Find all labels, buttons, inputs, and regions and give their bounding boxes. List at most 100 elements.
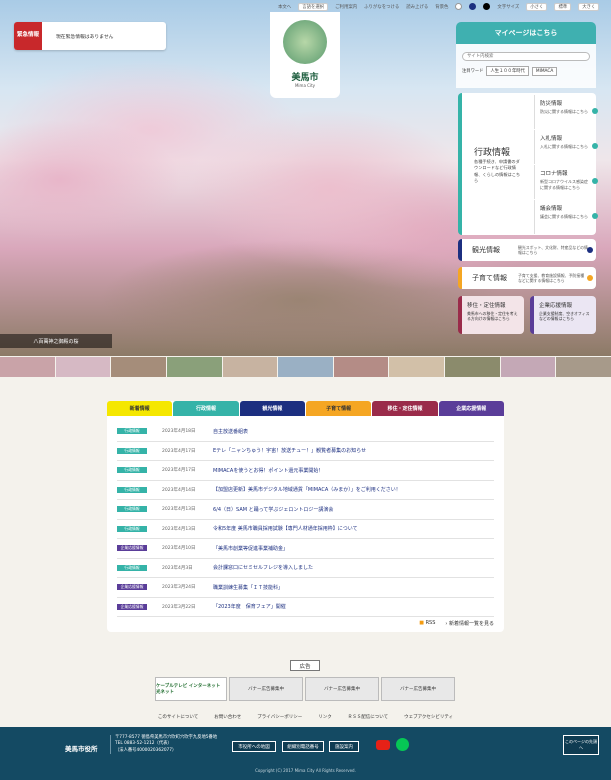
news-link[interactable]: 6/4（日）SAM と踊って学ぶジェロントロジー講演会 — [213, 506, 333, 513]
rss-link[interactable]: ■ RSS — [419, 620, 435, 627]
admin-info-panel[interactable]: 行政情報 各種手続き、申請書のダウンロードなど行政情報、くらしの情報はこちら 防… — [458, 93, 598, 235]
hot-word[interactable]: 人生１００年時代 — [486, 66, 529, 76]
news-link[interactable]: 会計課窓口にセミセルフレジを導入しました — [213, 564, 313, 571]
accessibility-link[interactable]: ウェブアクセシビリティ — [404, 714, 453, 724]
business-info-link[interactable]: 企業応援情報 企業支援制度、空きオフィスなどの情報はこちら — [530, 296, 596, 334]
slide-thumb[interactable] — [0, 357, 55, 377]
tab-business[interactable]: 企業応援情報 — [438, 401, 504, 416]
admin-info-title: 行政情報 — [474, 148, 511, 158]
disaster-info-link[interactable]: 防災情報 防災に関する情報はこちら — [534, 95, 598, 129]
tab-new[interactable]: 新着情報 — [107, 401, 173, 416]
arrow-icon — [587, 247, 593, 253]
hot-words-label: 注目ワード — [462, 69, 484, 74]
line-icon[interactable] — [396, 738, 409, 751]
ad-label: 広告 — [290, 660, 320, 671]
footer-address: 〒777-8577 徳島県美馬市穴吹町穴吹字九反地5番地 TEL 0883-52-… — [110, 735, 217, 755]
map-button[interactable]: 市役所への地図 — [232, 741, 276, 752]
hot-word[interactable]: MIMACA — [531, 66, 558, 76]
slide-thumb[interactable] — [333, 357, 389, 377]
arrow-icon: › — [445, 621, 448, 627]
admin-info-desc: 各種手続き、申請書のダウンロードなど行政情報、くらしの情報はこちら — [474, 159, 521, 183]
news-row: 企業応援情報 2023年3月22日 「2023年度 保育フェア」開催 — [117, 598, 494, 617]
link-page-link[interactable]: リンク — [318, 714, 332, 724]
about-link[interactable]: このサイトについて — [158, 714, 198, 724]
font-small-button[interactable]: 小さく — [526, 2, 548, 11]
ad-banner[interactable]: バナー広告募集中 — [229, 677, 303, 701]
slide-thumb[interactable] — [500, 357, 556, 377]
ad-banner[interactable]: バナー広告募集中 — [305, 677, 379, 701]
tab-tourism[interactable]: 観光情報 — [239, 401, 305, 416]
arrow-icon — [592, 108, 598, 114]
news-row: 行政情報 2023年4月17日 MIMACAを使うとお得！ポイント還元事業開始！ — [117, 461, 494, 481]
youtube-icon[interactable] — [376, 740, 390, 750]
ad-banner[interactable]: バナー広告募集中 — [381, 677, 455, 701]
phone-list-button[interactable]: 組織別電話番号 — [282, 741, 324, 752]
slide-thumb[interactable] — [111, 357, 166, 377]
childcare-info-link[interactable]: 子育て情報 子育て支援、教育施設情報、予防接種などに関する情報はこちら — [458, 267, 596, 289]
slide-thumb[interactable] — [55, 357, 111, 377]
slide-thumb[interactable] — [556, 357, 611, 377]
slide-thumb[interactable] — [222, 357, 278, 377]
tab-migration[interactable]: 移住・定住情報 — [372, 401, 438, 416]
tab-childcare[interactable]: 子育て情報 — [305, 401, 372, 416]
emergency-alert[interactable]: 緊急情報 現在緊急情報はありません — [14, 22, 166, 50]
search-panel: 注目ワード 人生１００年時代 MIMACA — [456, 44, 596, 88]
news-row: 行政情報 2023年4月13日 令和5年度 美馬市職員採用試験【専門人材通年採用枠】… — [117, 520, 494, 539]
site-footer: 美馬市役所 〒777-8577 徳島県美馬市穴吹町穴吹字九反地5番地 TEL 08… — [0, 727, 611, 780]
news-list-link[interactable]: › 新着情報一覧を見る — [445, 620, 494, 627]
tab-admin[interactable]: 行政情報 — [173, 401, 239, 416]
news-row: 行政情報 2023年4月3日 会計課窓口にセミセルフレジを導入しました — [117, 559, 494, 578]
migration-info-link[interactable]: 移住・定住情報 美馬市への移住・定住を考える方向けの情報はこちら — [458, 296, 524, 334]
page-top-button[interactable]: このページの先頭へ — [563, 735, 599, 755]
news-link[interactable]: 【加盟店更新】美馬市デジタル地域通貨「MIMACA（みまか）」をご利用ください！ — [213, 486, 401, 493]
arrow-icon — [592, 178, 598, 184]
rss-icon: ■ — [419, 620, 424, 626]
slide-thumbnails — [0, 357, 611, 377]
skip-link[interactable]: 本文へ — [278, 4, 291, 10]
search-input[interactable] — [462, 52, 590, 61]
utility-bar: 本文へ 言語を選択 ご利用案内 ふりがなをつける 読み上げる 背景色 文字サイズ… — [278, 2, 611, 11]
font-normal-button[interactable]: 標準 — [554, 2, 572, 11]
hero-caption: 八百萬神之御殿の桜 — [0, 334, 112, 348]
news-link[interactable]: 自主放送番組表 — [213, 428, 248, 435]
contact-link[interactable]: お問い合わせ — [214, 714, 241, 724]
logo-name: 美馬市 — [291, 73, 319, 83]
council-info-link[interactable]: 議会情報 議会に関する情報はこちら — [534, 200, 598, 234]
privacy-link[interactable]: プライバシーポリシー — [257, 714, 302, 724]
corona-info-link[interactable]: コロナ情報 新型コロナウイルス感染症に関する情報はこちら — [534, 165, 598, 199]
news-link[interactable]: Eテレ「ニャンちゅう！宇宙！放送チュー！」観覧者募集のお知らせ — [213, 447, 366, 454]
city-emblem-icon — [283, 20, 327, 64]
bid-info-link[interactable]: 入札情報 入札に関する情報はこちら — [534, 130, 598, 164]
arrow-icon — [592, 143, 598, 149]
facilities-button[interactable]: 施設案内 — [329, 741, 359, 752]
news-link[interactable]: 職業訓練生募集「ＩＴ技能科」 — [213, 584, 283, 591]
news-row: 行政情報 2023年4月18日 自主放送番組表 — [117, 422, 494, 442]
read-aloud-button[interactable]: 読み上げる — [406, 4, 428, 10]
news-link[interactable]: MIMACAを使うとお得！ポイント還元事業開始！ — [213, 467, 323, 474]
mypage-button[interactable]: マイページはこちら — [456, 22, 596, 44]
ad-banner-hikari[interactable]: ケーブルテレビ インターネット 光ネット — [155, 677, 227, 701]
bg-black-button[interactable] — [483, 3, 491, 10]
furigana-button[interactable]: ふりがなをつける — [364, 4, 399, 10]
news-panel: 新着情報 行政情報 観光情報 子育て情報 移住・定住情報 企業応援情報 行政情報… — [107, 401, 504, 632]
news-link[interactable]: 令和5年度 美馬市職員採用試験【専門人材通年採用枠】について — [213, 525, 358, 532]
guide-link[interactable]: ご利用案内 — [335, 4, 357, 10]
bg-white-button[interactable] — [455, 3, 463, 10]
news-link[interactable]: 「美馬市創業等促進事業補助金」 — [213, 545, 288, 552]
font-large-button[interactable]: 大きく — [578, 2, 600, 11]
bg-color-label: 背景色 — [435, 4, 449, 10]
slide-thumb[interactable] — [389, 357, 445, 377]
arrow-icon — [587, 275, 593, 281]
tourism-info-link[interactable]: 観光情報 観光スポット、文化財、特産品などの情報はこちら — [458, 239, 596, 261]
slide-thumb[interactable] — [278, 357, 333, 377]
news-row: 企業応援情報 2023年4月10日 「美馬市創業等促進事業補助金」 — [117, 539, 494, 559]
language-select[interactable]: 言語を選択 — [298, 2, 329, 11]
city-logo[interactable]: 美馬市 Mima City — [270, 12, 340, 98]
slide-thumb[interactable] — [166, 357, 222, 377]
news-row: 行政情報 2023年4月14日 【加盟店更新】美馬市デジタル地域通貨「MIMACA（… — [117, 481, 494, 500]
news-link[interactable]: 「2023年度 保育フェア」開催 — [213, 603, 286, 610]
news-row: 行政情報 2023年4月17日 Eテレ「ニャンちゅう！宇宙！放送チュー！」観覧者募集… — [117, 442, 494, 461]
slide-thumb[interactable] — [445, 357, 500, 377]
bg-blue-button[interactable] — [469, 3, 477, 10]
rss-info-link[interactable]: ＲＳＳ配信について — [348, 714, 388, 724]
